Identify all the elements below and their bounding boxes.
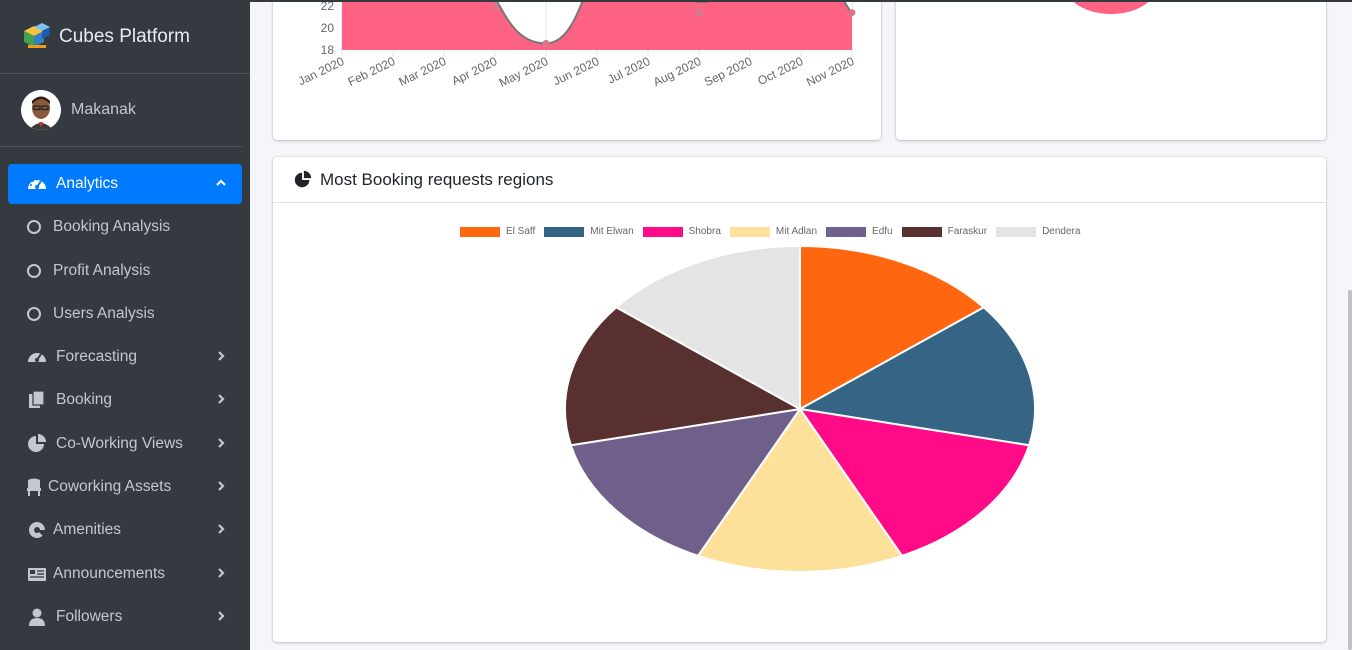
legend-label: El Saff (506, 226, 536, 237)
area-series-fill (342, 0, 852, 50)
avatar (21, 90, 61, 130)
sidebar-item-label: Co-Working Views (56, 434, 183, 452)
legend-label: Shobra (688, 226, 721, 237)
x-tick-label: Sep 2020 (702, 54, 755, 89)
sidebar-item-label: Amenities (53, 521, 122, 539)
chevron-right-icon (218, 611, 225, 621)
x-tick-label: Aug 2020 (651, 54, 704, 89)
sidebar-item-co-working-views[interactable]: Co-Working Views (8, 424, 242, 464)
legend-item[interactable]: Mit Elwan (544, 226, 634, 237)
sidebar-item-label: Coworking Assets (48, 478, 172, 496)
chevron-right-icon (218, 438, 225, 448)
chevron-right-icon (218, 567, 225, 578)
legend-label: Mit Elwan (590, 226, 634, 237)
x-tick-label: Mar 2020 (397, 54, 449, 89)
chevron-right-icon (218, 481, 225, 491)
legend-item[interactable]: El Saff (460, 226, 535, 237)
circle-icon (27, 263, 41, 278)
sidebar-item-label: Booking (56, 391, 113, 409)
legend-item[interactable]: Dendera (996, 226, 1080, 237)
sidebar-item-forecasting[interactable]: Forecasting (8, 337, 242, 377)
data-point (848, 9, 856, 17)
brand[interactable]: Cubes Platform (0, 0, 250, 74)
legend-item[interactable]: Mit Adlan (729, 226, 818, 237)
legend-item[interactable]: Shobra (642, 226, 721, 237)
y-tick-label: 18 (321, 43, 335, 57)
user-panel[interactable]: Makanak (0, 74, 242, 147)
legend-swatch (460, 226, 500, 237)
legend-label: Faraskur (947, 226, 988, 237)
card-title: Most Booking requests regions (320, 169, 554, 189)
newspaper-icon (26, 563, 48, 585)
x-tick-label: Oct 2020 (755, 54, 805, 88)
data-point (695, 9, 703, 17)
legend-item[interactable]: Edfu (826, 226, 893, 237)
user-icon (26, 606, 48, 628)
sidebar-item-booking-analysis[interactable]: Booking Analysis (8, 207, 242, 247)
x-tick-label: Nov 2020 (804, 54, 857, 89)
legend-label: Edfu (872, 226, 893, 237)
card-header: Most Booking requests regions (273, 157, 1326, 203)
sidebar-item-label: Analytics (56, 175, 119, 192)
x-tick-label: May 2020 (497, 54, 551, 90)
sidebar-item-label: Announcements (53, 564, 166, 582)
sidebar-item-coworking-assets[interactable]: Coworking Assets (8, 467, 242, 507)
chevron-right-icon (218, 524, 225, 535)
sidebar-item-users-analysis[interactable]: Users Analysis (8, 294, 242, 334)
area-chart: 182022Jan 2020 Feb 2020 Mar 2020 Apr 2020Ma… (296, 0, 857, 90)
x-tick-label: Jul 2020 (605, 54, 652, 87)
legend-swatch (729, 226, 770, 237)
top-border (0, 0, 1352, 2)
pie-chart-icon (294, 170, 312, 187)
legend-swatch (826, 226, 867, 237)
sidebar-item-label: Profit Analysis (53, 261, 151, 279)
sidebar-item-label: Users Analysis (53, 304, 155, 322)
copy-icon (26, 389, 48, 411)
sidebar-item-booking[interactable]: Booking (8, 380, 242, 420)
x-tick-label: Jun 2020 (551, 54, 602, 88)
legend-swatch (901, 226, 942, 237)
user-name: Makanak (71, 101, 136, 118)
sidebar-item-profit-analysis[interactable]: Profit Analysis (8, 251, 242, 291)
pie-slice (1071, 0, 1151, 14)
x-tick-label: Feb 2020 (346, 54, 398, 89)
x-tick-label: Jan 2020 (296, 54, 347, 88)
sidebar-item-label: Forecasting (56, 348, 137, 366)
sidebar-item-announcements[interactable]: Announcements (8, 554, 242, 594)
sidebar-item-followers[interactable]: Followers (8, 597, 242, 637)
legend-label: Dendera (1042, 226, 1081, 237)
pie-chart-icon (26, 433, 48, 455)
chart-legend: El Saff Mit Elwan Shobra Mit Adlan Edfu Faras… (460, 226, 1089, 237)
sidebar-item-label: Followers (56, 607, 123, 625)
legend-swatch (642, 226, 683, 237)
chevron-right-icon (218, 394, 225, 405)
legend-swatch (996, 226, 1037, 237)
donut-chart-card (896, 0, 1326, 140)
chevron-up-icon (216, 179, 226, 186)
tachometer-icon (26, 346, 48, 368)
sidebar-item-label: Booking Analysis (53, 218, 171, 236)
area-chart-card: 18 20 22 Jan 2020 Feb 2020 Mar 2020 Apr 2020 Ma… (273, 0, 881, 140)
scrollbar[interactable] (1348, 290, 1352, 650)
sidebar: Cubes Platform Makanak Analytics Booking… (0, 0, 250, 650)
legend-swatch (544, 226, 585, 237)
amenity-icon (26, 519, 48, 541)
legend-label: Mit Adlan (775, 226, 818, 237)
sidebar-nav: Analytics Booking Analysis Profit Analys… (8, 164, 242, 640)
brand-name: Cubes Platform (59, 25, 190, 47)
legend-item[interactable]: Faraskur (901, 226, 988, 237)
sidebar-item-analytics[interactable]: Analytics (8, 164, 242, 204)
data-point (542, 39, 550, 47)
tachometer-icon (26, 173, 48, 195)
circle-icon (27, 220, 41, 235)
partial-pie-chart (1071, 0, 1151, 14)
sidebar-item-amenities[interactable]: Amenities (8, 510, 242, 550)
x-tick-label: Apr 2020 (449, 54, 499, 88)
chevron-right-icon (218, 351, 225, 361)
circle-icon (27, 306, 41, 321)
cubes-logo-icon (24, 22, 50, 48)
y-tick-label: 20 (321, 21, 335, 35)
data-point (491, 2, 499, 10)
chair-icon (23, 476, 45, 498)
